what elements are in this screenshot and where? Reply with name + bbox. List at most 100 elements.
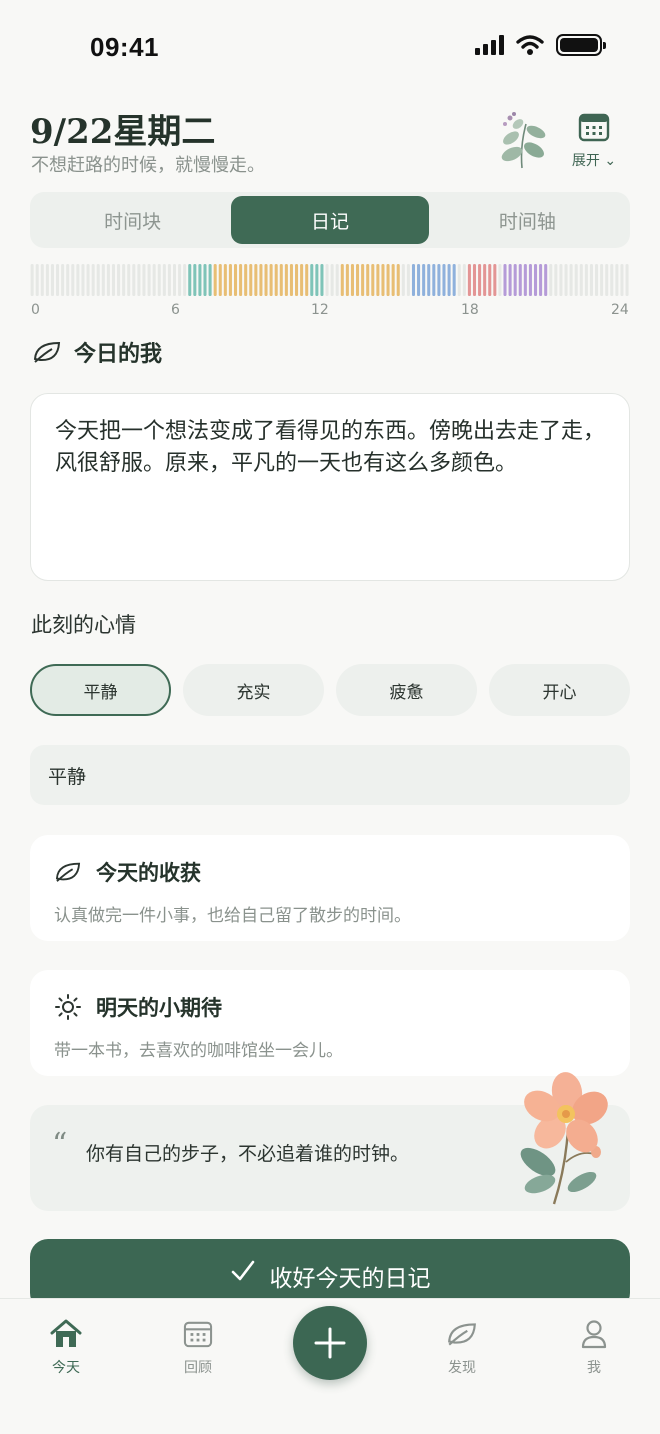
gains-card[interactable]: 今天的收获 认真做完一件小事，也给自己留了散步的时间。 bbox=[30, 835, 630, 941]
status-bar: 09:41 bbox=[0, 0, 660, 96]
timeline-slot bbox=[81, 264, 85, 296]
timeline-slot bbox=[183, 264, 187, 296]
tomorrow-card[interactable]: 明天的小期待 带一本书，去喜欢的咖啡馆坐一会儿。 bbox=[30, 970, 630, 1076]
timeline-slot bbox=[432, 264, 436, 296]
nav-item-review[interactable]: 回顾 bbox=[158, 1317, 238, 1377]
timeline-slot bbox=[45, 264, 49, 296]
timeline-slot bbox=[208, 264, 212, 296]
timeline-slot bbox=[610, 264, 614, 296]
calendar-expand-button[interactable]: 展开 ⌄ bbox=[568, 112, 620, 169]
timeline-slot bbox=[127, 264, 131, 296]
timeline-slot bbox=[61, 264, 65, 296]
nav-label-discover: 发现 bbox=[448, 1360, 476, 1376]
timeline-slot bbox=[442, 264, 446, 296]
quote-mark-icon: “ bbox=[52, 1127, 68, 1162]
tab-timeline[interactable]: 时间轴 bbox=[429, 196, 626, 244]
timeline-slot bbox=[239, 264, 243, 296]
nav-item-today[interactable]: 今天 bbox=[26, 1317, 106, 1377]
timeline-slot bbox=[457, 264, 461, 296]
tomorrow-card-text: 带一本书，去喜欢的咖啡馆坐一会儿。 bbox=[54, 1041, 343, 1061]
timeline-slot bbox=[376, 264, 380, 296]
timeline-slot bbox=[518, 264, 522, 296]
timeline-slot bbox=[91, 264, 95, 296]
timeline-slot bbox=[162, 264, 166, 296]
timeline-slot bbox=[523, 264, 527, 296]
timeline-slot bbox=[437, 264, 441, 296]
timeline-slot bbox=[56, 264, 60, 296]
timeline-slot bbox=[549, 264, 553, 296]
tab-time-blocks[interactable]: 时间块 bbox=[34, 196, 231, 244]
timeline-slot bbox=[244, 264, 248, 296]
timeline-slot bbox=[478, 264, 482, 296]
timeline-tick: 6 bbox=[171, 302, 180, 318]
page-title-date: 9/22星期二 bbox=[30, 112, 216, 152]
timeline-slot bbox=[488, 264, 492, 296]
timeline-slot bbox=[340, 264, 344, 296]
mood-chip-happy[interactable]: 开心 bbox=[489, 664, 630, 716]
timeline-slot bbox=[620, 264, 624, 296]
timeline-slot bbox=[289, 264, 293, 296]
timeline-slot bbox=[406, 264, 410, 296]
tomorrow-card-title: 明天的小期待 bbox=[96, 996, 222, 1020]
timeline-slot bbox=[132, 264, 136, 296]
mood-input-field[interactable]: 平静 bbox=[30, 745, 630, 805]
calendar-expand-label: 展开 bbox=[571, 153, 600, 169]
timeline-slot bbox=[559, 264, 563, 296]
mood-chip-fulfilled[interactable]: 充实 bbox=[183, 664, 324, 716]
timeline-slot bbox=[233, 264, 238, 296]
timeline-slot bbox=[213, 264, 217, 296]
timeline-tick: 24 bbox=[611, 302, 629, 318]
timeline-slot bbox=[172, 264, 177, 296]
timeline-slot bbox=[320, 264, 324, 296]
diary-text-area[interactable]: 今天把一个想法变成了看得见的东西。傍晚出去走了走，风很舒服。原来，平凡的一天也有… bbox=[30, 393, 630, 581]
gains-card-text: 认真做完一件小事，也给自己留了散步的时间。 bbox=[54, 906, 411, 926]
nav-item-discover[interactable]: 发现 bbox=[422, 1317, 502, 1377]
battery-icon bbox=[556, 34, 606, 56]
today-section-title: 今日的我 bbox=[74, 342, 163, 367]
timeline-slot bbox=[188, 264, 192, 296]
mood-chip-calm[interactable]: 平静 bbox=[30, 664, 171, 716]
add-entry-button[interactable] bbox=[293, 1306, 367, 1380]
timeline-slot bbox=[228, 264, 232, 296]
tab-diary[interactable]: 日记 bbox=[231, 196, 429, 244]
mood-chip-tired[interactable]: 疲惫 bbox=[336, 664, 477, 716]
timeline-slot bbox=[106, 264, 110, 296]
home-icon bbox=[50, 1319, 82, 1347]
nav-item-me[interactable]: 我 bbox=[554, 1317, 634, 1377]
timeline-slot bbox=[361, 264, 365, 296]
timeline-slot bbox=[396, 264, 400, 296]
timeline-slot bbox=[381, 264, 385, 296]
timeline-slot bbox=[544, 264, 548, 296]
timeline-slot bbox=[137, 264, 141, 296]
timeline-slot bbox=[152, 264, 156, 296]
timeline-slot bbox=[574, 264, 578, 296]
timeline-slot bbox=[472, 264, 477, 296]
timeline-tick: 0 bbox=[31, 302, 40, 318]
calendar-icon bbox=[183, 1321, 213, 1348]
timeline-slot bbox=[386, 264, 390, 296]
timeline-slot bbox=[335, 264, 339, 296]
nav-label-review: 回顾 bbox=[184, 1360, 212, 1376]
timeline-slot bbox=[264, 264, 268, 296]
timeline-slot bbox=[259, 264, 263, 296]
leaf-icon bbox=[33, 341, 61, 363]
timeline-slot bbox=[284, 264, 288, 296]
timeline-slot bbox=[269, 264, 273, 296]
today-section-heading: 今日的我 bbox=[32, 336, 162, 368]
timeline-slot bbox=[40, 264, 44, 296]
timeline-slot bbox=[554, 264, 558, 296]
sun-icon bbox=[55, 994, 81, 1020]
leaf-icon bbox=[448, 1323, 476, 1346]
timeline-slot bbox=[579, 264, 583, 296]
timeline-slot bbox=[569, 264, 573, 296]
timeline-slot bbox=[605, 264, 609, 296]
timeline-slot bbox=[96, 264, 100, 296]
timeline-slot bbox=[625, 264, 629, 296]
timeline-slot bbox=[279, 264, 283, 296]
timeline-slot bbox=[198, 264, 202, 296]
day-timeline-bar[interactable] bbox=[30, 264, 630, 296]
timeline-slot bbox=[462, 264, 466, 296]
timeline-slot bbox=[76, 264, 80, 296]
chevron-down-icon: ⌄ bbox=[604, 153, 617, 169]
mood-options: 平静 充实 疲惫 开心 bbox=[30, 664, 630, 716]
